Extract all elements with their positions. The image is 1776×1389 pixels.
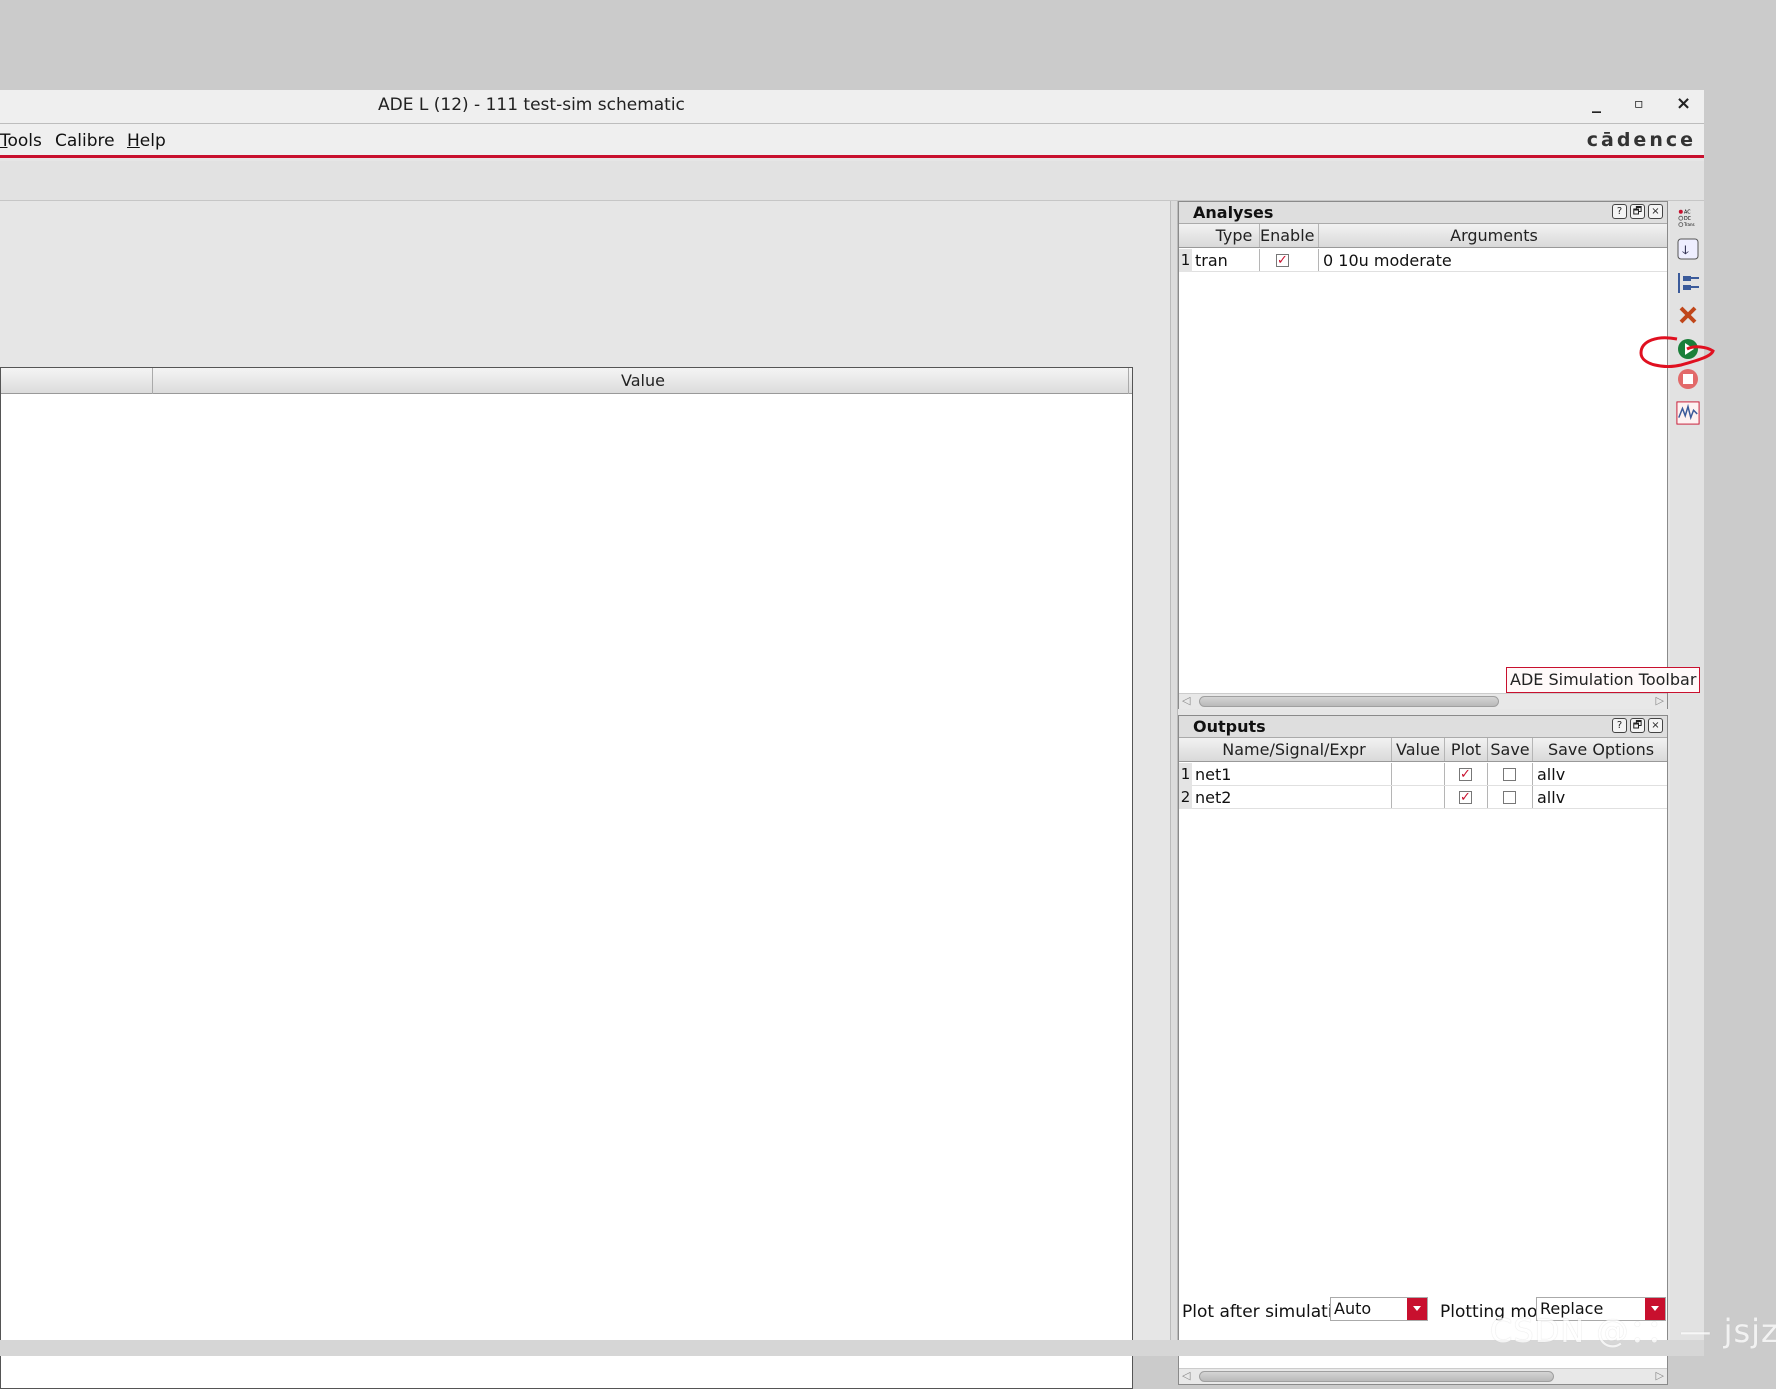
maximize-button[interactable]: ▫ [1634,96,1644,112]
enable-column-header[interactable]: Enable [1260,226,1315,245]
analyses-pane: Analyses ? 🗗 × Type Enable Arguments 1 t… [1178,201,1668,709]
menu-tools[interactable]: Tools [0,131,42,151]
analyses-title-bar: Analyses ? 🗗 × [1179,202,1667,224]
watermark: CSDN @：：— jsjz [1490,1312,1776,1350]
chevron-down-icon[interactable] [1407,1298,1427,1320]
plot-after-label: Plot after simulatio [1182,1302,1332,1322]
annotation-circle [1639,336,1715,368]
plot-after-select[interactable]: Auto [1330,1297,1428,1321]
arguments-column-header[interactable]: Arguments [1319,226,1669,245]
analysis-arguments[interactable]: 0 10u moderate [1323,251,1452,270]
help-icon[interactable]: ? [1612,204,1627,219]
save-options[interactable]: allv [1537,765,1565,784]
save-options-column-header[interactable]: Save Options [1533,740,1669,759]
analyses-scrollbar[interactable]: ◁ ▷ [1179,693,1667,709]
minimize-button[interactable]: _ [1592,93,1601,114]
waveform-icon[interactable] [1675,401,1701,425]
cadence-logo: cādence [1586,129,1696,151]
window-title: ADE L (12) - 111 test-sim schematic [378,95,685,115]
save-checkbox[interactable] [1503,768,1516,781]
row-number: 2 [1179,786,1192,809]
output-row[interactable]: 1 net1 ✓ allv [1179,763,1667,786]
table-header: Value [1,368,1132,394]
svg-text:AC: AC [1684,209,1691,215]
float-icon[interactable]: 🗗 [1630,718,1645,733]
row-number: 1 [1179,763,1192,786]
svg-text:DC: DC [1684,216,1692,222]
save-options[interactable]: allv [1537,788,1565,807]
outputs-scrollbar[interactable]: ◁ ▷ [1179,1368,1667,1384]
close-icon[interactable]: × [1648,204,1663,219]
outputs-title: Outputs [1193,717,1266,736]
svg-text:ↆ: ↆ [1682,243,1689,258]
plot-column-header[interactable]: Plot [1445,740,1487,759]
menu-calibre[interactable]: Calibre [55,131,115,151]
value-column-header[interactable]: Value [1392,740,1444,759]
analyses-header: Type Enable Arguments [1179,224,1667,248]
plot-checkbox[interactable]: ✓ [1459,791,1472,804]
design-variables-area: Value [0,201,1170,1389]
svg-text:Trans: Trans [1683,222,1695,227]
main-toolbar [0,161,1704,201]
ac-dc-trans-icon[interactable]: AC DC Trans [1675,207,1701,231]
plot-checkbox[interactable]: ✓ [1459,768,1472,781]
title-bar: ADE L (12) - 111 test-sim schematic _ ▫ … [0,90,1704,124]
close-button[interactable]: × [1676,93,1691,114]
status-bar [0,1340,1704,1356]
ade-window: ADE L (12) - 111 test-sim schematic _ ▫ … [0,90,1715,1389]
scroll-thumb[interactable] [1199,696,1499,707]
row-number: 1 [1179,249,1192,272]
outputs-pane: Outputs ? 🗗 × Name/Signal/Expr Value Plo… [1178,715,1668,1385]
menu-help[interactable]: Help [127,131,166,151]
name-column-header[interactable]: Name/Signal/Expr [1194,740,1394,759]
header-end [1128,368,1132,394]
plot-after-value: Auto [1334,1299,1372,1318]
outputs-title-bar: Outputs ? 🗗 × [1179,716,1667,738]
setup-icon[interactable]: ↆ [1675,237,1701,261]
analysis-type[interactable]: tran [1195,251,1228,270]
toolbar-tooltip: ADE Simulation Toolbar [1506,667,1701,693]
close-icon[interactable]: × [1648,718,1663,733]
analysis-row[interactable]: 1 tran ✓ 0 10u moderate [1179,249,1667,272]
delete-icon[interactable] [1675,303,1701,327]
netlist-icon[interactable] [1675,271,1701,295]
output-name[interactable]: net2 [1195,788,1231,807]
scroll-thumb[interactable] [1199,1371,1554,1382]
help-icon[interactable]: ? [1612,718,1627,733]
save-checkbox[interactable] [1503,791,1516,804]
menu-bar: Tools Calibre Help cādence [0,124,1704,158]
output-row[interactable]: 2 net2 ✓ allv [1179,786,1667,809]
ade-simulation-toolbar: AC DC Trans ↆ [1639,201,1715,1340]
enable-checkbox[interactable]: ✓ [1276,254,1289,267]
pane-splitter[interactable] [1170,201,1178,1340]
name-column-header[interactable] [1,368,153,394]
value-column-header[interactable]: Value [621,371,665,390]
design-variables-table[interactable]: Value [0,367,1133,1389]
save-column-header[interactable]: Save [1488,740,1532,759]
float-icon[interactable]: 🗗 [1630,204,1645,219]
outputs-header: Name/Signal/Expr Value Plot Save Save Op… [1179,738,1667,762]
output-name[interactable]: net1 [1195,765,1231,784]
analyses-title: Analyses [1193,203,1274,222]
